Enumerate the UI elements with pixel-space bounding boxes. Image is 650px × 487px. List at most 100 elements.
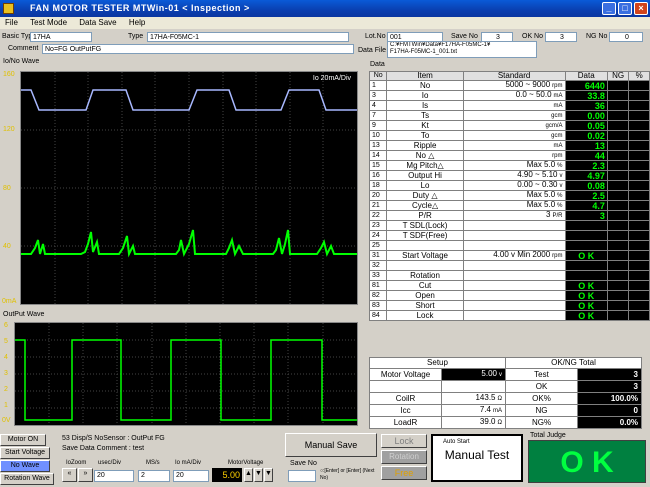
start-voltage-button[interactable]: Start Voltage — [0, 447, 50, 459]
ms-select[interactable]: 2 — [138, 470, 170, 482]
row-item — [386, 260, 464, 271]
table-row: 10 To gcm 0.02 — [368, 130, 650, 141]
setup-row: Motor Voltage 5.00 v Test 3 — [369, 368, 642, 381]
table-row: 1 No 5000 ~ 9000 rpm 6440 — [368, 80, 650, 91]
comment-field[interactable]: No=FG OutPutFG — [42, 44, 354, 54]
setup-value: 143.5 — [475, 393, 496, 402]
total-value: 0 — [577, 404, 642, 417]
row-standard-value: Max 5.0 — [526, 200, 556, 209]
row-no: 24 — [368, 230, 388, 241]
output-scope-screen — [14, 322, 358, 426]
free-button[interactable]: Free — [381, 466, 427, 480]
row-data: O K — [564, 300, 608, 311]
row-no: 4 — [368, 100, 388, 111]
row-item: Cut — [386, 280, 464, 291]
row-no: 23 — [368, 220, 388, 231]
row-standard-value: 4.90 ~ 5.10 — [517, 170, 558, 179]
row-standard — [462, 280, 566, 291]
table-row: 15 Mg Pitch△ Max 5.0% 2.3 — [368, 160, 650, 171]
table-row: 14 No △ rpm 44 — [368, 150, 650, 161]
type-select[interactable]: 17HA-F05MC-1 — [147, 32, 349, 42]
setup-rows: Motor Voltage 5.00 v Test 3 OK 3 CoilR 143.5 Ω OK%… — [369, 368, 642, 429]
row-no: 10 — [368, 130, 388, 141]
voltage-step-button[interactable]: ▼ — [264, 468, 273, 482]
close-button[interactable]: × — [634, 2, 648, 15]
manual-save-button[interactable]: Manual Save — [285, 433, 377, 457]
save-no-bottom-field[interactable] — [288, 470, 316, 482]
oknng-total-header: OK/NG Total — [505, 357, 642, 369]
menu-data-save[interactable]: Data Save — [74, 17, 121, 27]
row-unit: rpm — [552, 83, 563, 89]
menu-file[interactable]: File — [0, 17, 23, 27]
minimize-button[interactable]: _ — [602, 2, 616, 15]
voltage-down-button[interactable]: ▼ — [254, 468, 263, 482]
table-row: 33 Rotation — [368, 270, 650, 281]
row-unit: % — [557, 203, 563, 209]
setup-header: Setup — [369, 357, 506, 369]
row-percent — [628, 160, 650, 171]
row-ng — [606, 90, 630, 101]
setup-row: LoadR 39.0 Ω NG% 0.0% — [369, 416, 642, 429]
menu-help[interactable]: Help — [124, 17, 150, 27]
total-label: OK% — [505, 392, 578, 405]
row-standard — [462, 230, 566, 241]
io-madiv-select[interactable]: 20 — [173, 470, 209, 482]
row-no: 22 — [368, 210, 388, 221]
row-standard: Max 5.0% — [462, 190, 566, 201]
setup-label: Motor Voltage — [369, 368, 442, 381]
row-ng — [606, 260, 630, 271]
row-item: Is — [386, 100, 464, 111]
motor-on-button[interactable]: Motor ON — [0, 434, 46, 446]
row-standard-value: 0.0 ~ 50.0 — [515, 90, 552, 99]
table-row: 84 Lock O K — [368, 310, 650, 321]
setup-unit: mA — [493, 408, 502, 414]
row-standard-value: 4.00 v Min 2000 — [493, 250, 551, 259]
row-ng — [606, 270, 630, 281]
row-percent — [628, 80, 650, 91]
table-row: 13 Ripple mA 13 — [368, 140, 650, 151]
lock-button[interactable]: Lock — [381, 434, 427, 448]
rotation-wave-button[interactable]: Rotation Wave — [0, 473, 54, 485]
row-data: 0.08 — [564, 180, 608, 191]
zoom-out-button[interactable]: » — [78, 468, 93, 482]
status-line-2: Save Data Comment : test — [62, 445, 145, 452]
row-standard — [462, 300, 566, 311]
setup-value: 5.00 — [481, 369, 497, 378]
row-unit: mA — [553, 93, 563, 99]
row-data: 0.05 — [564, 120, 608, 131]
setup-unit: v — [499, 372, 502, 378]
io-ytick-40: 40 — [3, 243, 11, 250]
table-row: 82 Open O K — [368, 290, 650, 301]
row-percent — [628, 140, 650, 151]
table-row: 9 Kt gcm/A 0.05 — [368, 120, 650, 131]
menu-test-mode[interactable]: Test Mode — [25, 17, 72, 27]
row-data — [564, 220, 608, 231]
row-standard: mA — [462, 100, 566, 111]
maximize-button[interactable]: □ — [618, 2, 632, 15]
header-item: Item — [386, 71, 464, 81]
row-data: 4.97 — [564, 170, 608, 181]
rotation-button[interactable]: Rotation — [381, 450, 427, 464]
setup-unit: Ω — [497, 396, 503, 402]
voltage-up-button[interactable]: ▲ — [244, 468, 253, 482]
total-label: OK — [505, 380, 578, 393]
basic-type-select[interactable]: 17HA — [30, 32, 92, 42]
row-percent — [628, 180, 650, 191]
row-standard: Max 5.0% — [462, 160, 566, 171]
usec-select[interactable]: 20 — [94, 470, 134, 482]
row-standard: 5000 ~ 9000 rpm — [462, 80, 566, 91]
datafile-name: F17HA-F05MC-1_001.txt — [390, 49, 458, 55]
row-item: Ts — [386, 110, 464, 121]
manual-test-button[interactable]: Auto Start Manual Test — [431, 434, 523, 482]
zoom-in-button[interactable]: « — [62, 468, 77, 482]
row-percent — [628, 310, 650, 321]
no-wave-button[interactable]: No Wave — [0, 460, 50, 472]
row-ng — [606, 280, 630, 291]
io-ytick-0: 0mA — [2, 298, 17, 305]
header-data: Data — [564, 71, 608, 81]
total-value: 0.0% — [577, 416, 642, 429]
row-unit: mA — [553, 103, 563, 109]
row-data — [564, 230, 608, 241]
row-percent — [628, 170, 650, 181]
output-wave-panel: 6 5 4 3 2 1 0V — [0, 320, 361, 428]
